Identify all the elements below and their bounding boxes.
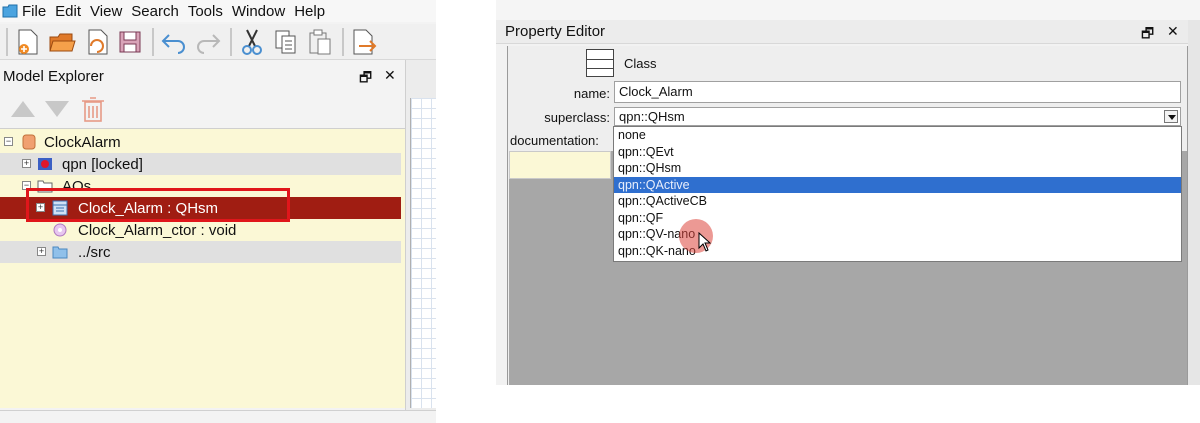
main-toolbar: [0, 24, 436, 60]
reload-icon[interactable]: [80, 26, 112, 58]
operation-icon: [53, 223, 67, 237]
explorer-toolbar: [8, 94, 106, 124]
superclass-value: qpn::QHsm: [619, 109, 685, 124]
tree-item-label: Clock_Alarm_ctor : void: [78, 221, 237, 239]
right-scrollbar[interactable]: [1188, 20, 1200, 385]
undo-icon[interactable]: [158, 26, 190, 58]
name-label: name:: [573, 86, 610, 101]
chevron-down-icon[interactable]: [1164, 110, 1178, 123]
expand-icon[interactable]: +: [22, 159, 31, 168]
tree-item-clockalarm[interactable]: − ClockAlarm: [0, 131, 401, 153]
expand-icon[interactable]: +: [37, 247, 46, 256]
package-locked-icon: [38, 158, 52, 170]
restore-icon[interactable]: 🗗: [1141, 23, 1154, 47]
close-icon[interactable]: ✕: [384, 67, 396, 84]
model-icon: [22, 134, 36, 150]
class-type-label: Class: [624, 56, 657, 71]
menu-file[interactable]: File: [22, 3, 46, 20]
tree-item-label: qpn [locked]: [62, 155, 143, 173]
bottom-panel-edge: [0, 410, 436, 423]
delete-icon[interactable]: [80, 95, 106, 123]
paste-icon[interactable]: [304, 26, 336, 58]
model-explorer-title: Model Explorer: [3, 67, 104, 85]
mouse-cursor-icon: [698, 232, 712, 252]
tree-item-label: ClockAlarm: [44, 133, 121, 151]
option-qactivecb[interactable]: qpn::QActiveCB: [614, 193, 1181, 210]
diagram-canvas-edge: [410, 98, 436, 408]
toolbar-separator: [342, 27, 344, 56]
copy-icon[interactable]: [270, 26, 302, 58]
tree-item-qpn[interactable]: + qpn [locked]: [0, 153, 401, 175]
class-type-icon: [586, 49, 614, 77]
tree-item-label: ../src: [78, 243, 111, 261]
property-editor-title: Property Editor: [505, 23, 606, 40]
close-icon[interactable]: ✕: [1167, 23, 1179, 40]
toolbar-grip: [6, 27, 8, 56]
redo-icon[interactable]: [192, 26, 224, 58]
model-explorer-header: Model Explorer 🗗 ✕: [0, 64, 405, 88]
tree-item-src[interactable]: + ../src: [0, 241, 401, 263]
documentation-editor[interactable]: [509, 151, 611, 179]
property-editor-window: Property Editor 🗗 ✕ Class name: Clock_Al…: [496, 0, 1200, 385]
menu-window[interactable]: Window: [232, 3, 285, 20]
left-window: File Edit View Search Tools Window Help: [0, 0, 436, 423]
restore-icon[interactable]: 🗗: [359, 67, 372, 91]
option-none[interactable]: none: [614, 127, 1181, 144]
menu-edit[interactable]: Edit: [55, 3, 81, 20]
documentation-label: documentation:: [510, 133, 599, 148]
top-strip: [496, 0, 1200, 20]
tree-item-ctor[interactable]: Clock_Alarm_ctor : void: [0, 219, 401, 241]
highlight-annotation-box: [26, 188, 290, 222]
save-icon[interactable]: [114, 26, 146, 58]
toolbar-separator: [152, 27, 154, 56]
superclass-label: superclass:: [544, 110, 610, 125]
collapse-icon[interactable]: −: [4, 137, 13, 146]
move-down-icon[interactable]: [42, 97, 72, 121]
new-file-icon[interactable]: [12, 26, 44, 58]
cut-icon[interactable]: [236, 26, 268, 58]
move-up-icon[interactable]: [8, 97, 38, 121]
option-qactive[interactable]: qpn::QActive: [614, 176, 1181, 193]
property-editor-body: Class name: Clock_Alarm superclass: qpn:…: [507, 46, 1188, 385]
menu-tools[interactable]: Tools: [188, 3, 223, 20]
option-qevt[interactable]: qpn::QEvt: [614, 144, 1181, 161]
menu-view[interactable]: View: [90, 3, 122, 20]
property-editor-header: Property Editor 🗗 ✕: [496, 20, 1188, 44]
toolbar-separator: [230, 27, 232, 56]
menu-search[interactable]: Search: [131, 3, 179, 20]
model-tree: − ClockAlarm + qpn [locked] − AOs + Cloc…: [0, 128, 405, 408]
directory-icon: [52, 246, 68, 259]
export-icon[interactable]: [348, 26, 380, 58]
open-folder-icon[interactable]: [46, 26, 78, 58]
menu-bar: File Edit View Search Tools Window Help: [0, 0, 436, 22]
app-icon: [2, 4, 18, 18]
superclass-select[interactable]: qpn::QHsm: [614, 107, 1181, 126]
menu-help[interactable]: Help: [294, 3, 325, 20]
name-field[interactable]: Clock_Alarm: [614, 81, 1181, 103]
option-qhsm[interactable]: qpn::QHsm: [614, 160, 1181, 177]
